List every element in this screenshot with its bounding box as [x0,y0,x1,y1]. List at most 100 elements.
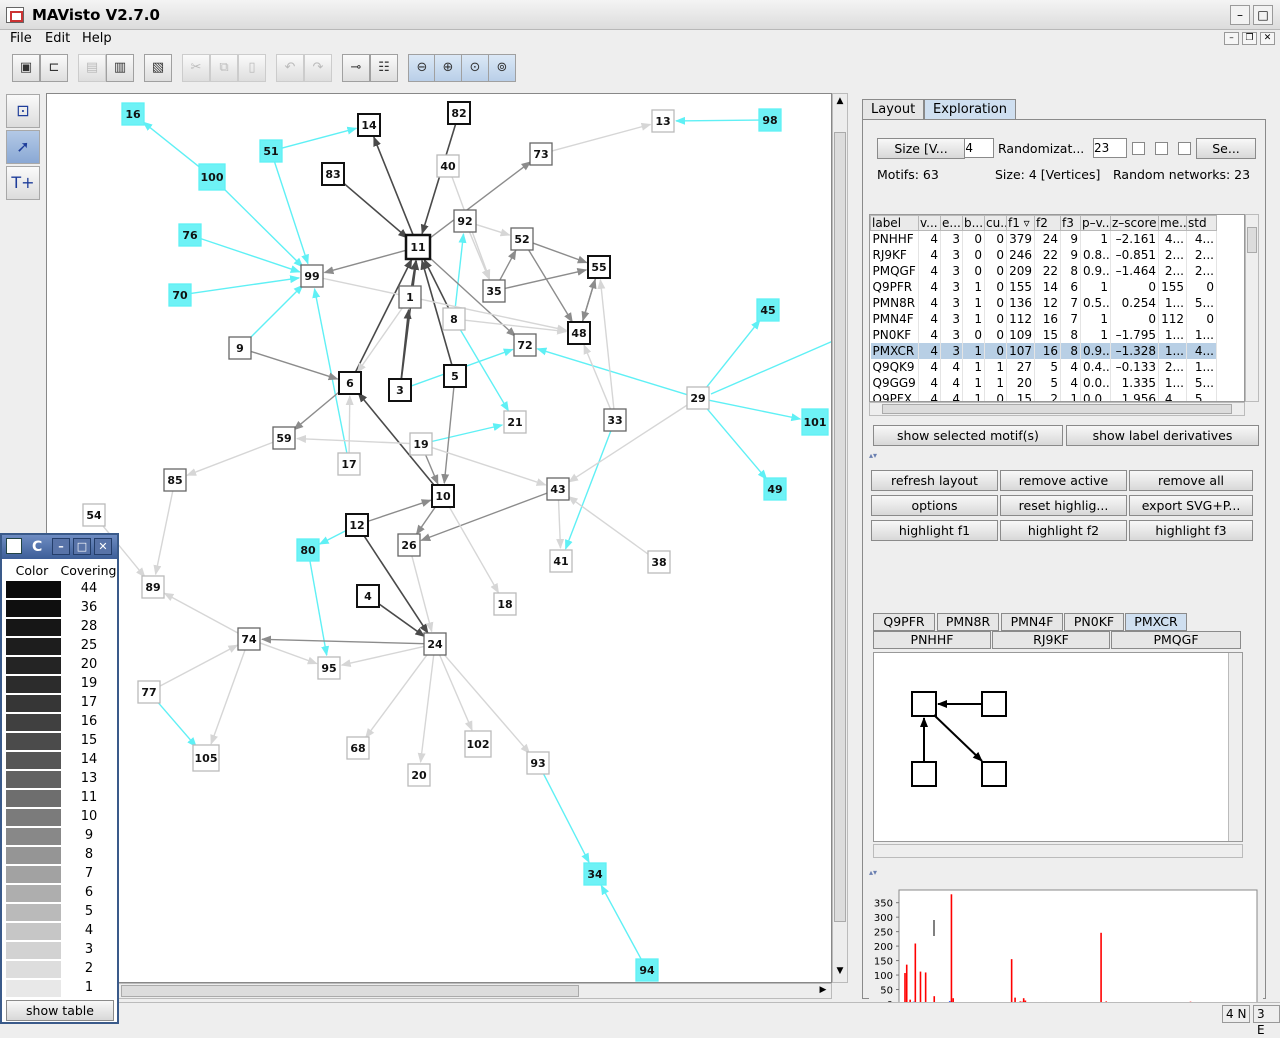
graph-node[interactable]: 21 [503,410,527,434]
motif-tab[interactable]: PN0KF [1064,613,1124,631]
network-graph[interactable]: 16148213 985110040738392115255769970 35145… [47,94,832,983]
table-header[interactable]: z–score [1110,215,1159,231]
graph-node[interactable]: 10 [431,484,455,508]
graph-node[interactable]: 11 [404,233,432,261]
graph-node[interactable]: 77 [137,680,161,704]
graph-node[interactable]: 70 [168,283,192,307]
graph-node[interactable]: 14 [357,113,381,137]
graph-node[interactable]: 85 [163,468,187,492]
graph-node[interactable]: 48 [567,321,591,345]
table-horizontal-scrollbar[interactable] [869,402,1245,416]
save-all-button[interactable]: ▥ [106,54,134,82]
graph-node[interactable]: 5 [443,364,467,388]
graph-node[interactable]: 41 [549,549,573,573]
graph-node[interactable]: 8 [442,307,466,331]
table-header[interactable]: e... [940,215,963,231]
menu-help[interactable]: Help [82,31,112,46]
scroll-right-icon[interactable]: ▶ [817,985,829,997]
table-header[interactable]: std [1186,215,1217,231]
option-checkbox-1[interactable] [1132,142,1145,155]
graph-node[interactable]: 13 [651,109,675,133]
graph-node[interactable]: 93 [526,751,550,775]
table-header[interactable]: label [870,215,919,231]
graph-node[interactable]: 80 [296,538,320,562]
table-vertical-scrollbar[interactable] [1245,214,1259,402]
size-button[interactable]: Size [V... [877,138,965,159]
scroll-thumb[interactable] [882,404,1232,414]
zoom-in-button[interactable]: ⊕ [434,54,462,82]
graph-node[interactable]: 92 [453,209,477,233]
graph-node[interactable]: 89 [141,575,165,599]
cut-button[interactable]: ✂ [182,54,210,82]
motif-tab[interactable]: PMQGF [1111,631,1241,649]
table-header[interactable]: me... [1158,215,1187,231]
table-header[interactable]: cu... [984,215,1007,231]
maximize-button[interactable]: □ [1253,5,1273,25]
tab-layout[interactable]: Layout [862,99,925,119]
graph-node[interactable]: 35 [482,279,506,303]
export-pdf-button[interactable]: ▧ [144,54,172,82]
graph-node[interactable]: 3 [388,378,412,402]
graph-node[interactable]: 99 [300,264,324,288]
create-node-tool[interactable]: ⊡ [6,94,40,128]
graph-node[interactable]: 94 [635,958,659,982]
graph-node[interactable]: 100 [198,163,226,191]
highlight-f3-button[interactable]: highlight f3 [1129,520,1253,541]
graph-node[interactable]: 9 [228,336,252,360]
graph-node[interactable]: 98 [758,108,782,132]
graph-node[interactable]: 55 [587,255,611,279]
paste-button[interactable]: ▯ [238,54,266,82]
table-row[interactable]: PMXCR 4 3 1 0 107 16 8 0.9... –1.328 1... 4... [870,342,1217,359]
new-document-button[interactable]: ▣ [12,54,40,82]
graph-node[interactable]: 4 [356,584,380,608]
randomization-spinner[interactable]: 23 [1093,138,1127,158]
refresh-layout-button[interactable]: refresh layout [871,470,998,491]
graph-node[interactable]: 68 [346,736,370,760]
highlight-f2-button[interactable]: highlight f2 [1000,520,1127,541]
copy-button[interactable]: ⧉ [210,54,238,82]
graph-node[interactable]: 16 [121,102,145,126]
graph-node[interactable]: 82 [447,101,471,125]
table-header[interactable]: b... [962,215,985,231]
graph-node[interactable]: 33 [603,408,627,432]
options-button[interactable]: options [871,495,998,516]
graph-node[interactable]: 49 [763,477,787,501]
graph-node[interactable]: 19 [409,432,433,456]
menu-edit[interactable]: Edit [45,31,70,46]
graph-node[interactable]: 12 [345,513,369,537]
canvas-vertical-scrollbar[interactable]: ▲ ▼ [832,93,848,983]
redo-button[interactable]: ↷ [304,54,332,82]
table-header[interactable]: p–v... [1080,215,1111,231]
show-table-button[interactable]: show table [6,1000,114,1021]
save-button[interactable]: ▤ [78,54,106,82]
graph-node[interactable]: 34 [583,862,607,886]
mdi-restore-button[interactable]: ❐ [1242,32,1257,45]
scroll-thumb[interactable] [1247,227,1257,253]
graph-node[interactable]: 45 [756,298,780,322]
option-checkbox-2[interactable] [1155,142,1168,155]
graph-node[interactable]: 95 [317,656,341,680]
show-selected-motifs-button[interactable]: show selected motif(s) [873,425,1063,446]
table-row[interactable]: PN0KF 4 3 0 0 109 15 8 1 –1.795 1... 1... [870,326,1217,343]
mdi-minimize-button[interactable]: – [1224,32,1239,45]
graph-node[interactable]: 38 [647,550,671,574]
graph-node[interactable]: 59 [272,426,296,450]
graph-node[interactable]: 52 [510,227,534,251]
preview-horizontal-scrollbar[interactable] [873,844,1243,858]
graph-node[interactable]: 20 [407,763,431,787]
graph-node[interactable]: 24 [423,632,447,656]
zoom-out-button[interactable]: ⊖ [408,54,436,82]
motif-tab[interactable]: RJ9KF [992,631,1110,649]
zoom-reset-button[interactable]: ⊚ [488,54,516,82]
search-button[interactable]: Se... [1196,138,1256,159]
maximize-button[interactable]: □ [73,538,91,555]
scroll-up-icon[interactable]: ▲ [834,96,846,108]
motif-tab[interactable]: PMN4F [1001,613,1063,631]
table-header[interactable]: f1 ▿ [1006,215,1035,231]
table-header[interactable]: f2 [1034,215,1061,231]
add-text-tool[interactable]: T+ [6,166,40,200]
preview-vertical-scrollbar[interactable] [1228,653,1242,841]
minimize-button[interactable]: – [1230,5,1250,25]
option-checkbox-3[interactable] [1178,142,1191,155]
motif-tab[interactable]: Q9PFR [873,613,935,631]
